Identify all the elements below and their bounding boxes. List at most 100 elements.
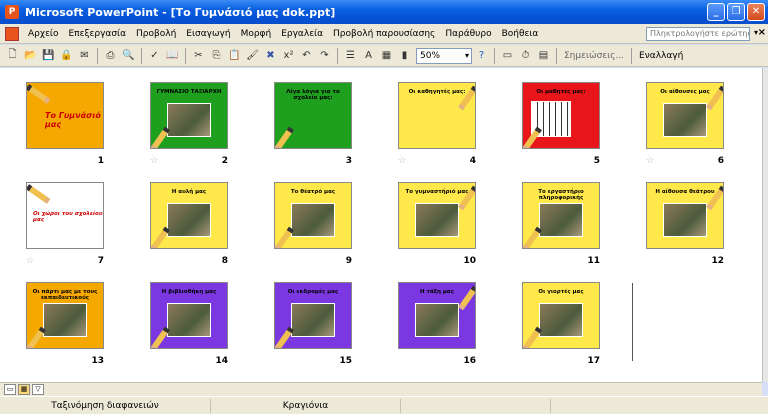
animation-star-icon[interactable]: ☆	[646, 156, 654, 166]
help-search-input[interactable]: Πληκτρολογήστε ερώτηση	[646, 27, 750, 41]
normal-view-icon[interactable]: ▭	[4, 384, 16, 395]
open-icon[interactable]: 📂	[22, 47, 39, 64]
slide-number: 14	[215, 356, 228, 366]
slide-title: Η τάξη μας	[420, 289, 454, 295]
pencil-icon	[151, 326, 170, 348]
status-bar: Ταξινόμηση διαφανειών Κραγιόνια	[0, 396, 768, 414]
document-icon[interactable]	[5, 26, 19, 41]
save-icon[interactable]: 💾	[40, 47, 57, 64]
slide-number: 1	[97, 156, 104, 166]
slide-thumbnail[interactable]: ΓΥΜΝΑΣΙΟ ΤΑΞΙΑΡΧΗ	[150, 82, 228, 149]
print-icon[interactable]: ⎙	[102, 47, 119, 64]
slide-thumbnail[interactable]: Οι γιορτές μας	[522, 282, 600, 349]
slide-thumbnail[interactable]: Οι καθηγητές μας:	[398, 82, 476, 149]
new-icon[interactable]: 🗋	[4, 47, 21, 64]
slide-thumbnail[interactable]: Η βιβλιοθήκη μας	[150, 282, 228, 349]
menu-file[interactable]: Αρχείο	[23, 29, 64, 39]
restore-button[interactable]: ❐	[727, 3, 745, 21]
menu-tools[interactable]: Εργαλεία	[276, 29, 328, 39]
slide-number: 3	[345, 156, 352, 166]
slide-photo	[663, 203, 707, 237]
show-formatting-icon[interactable]: A	[360, 47, 377, 64]
email-icon[interactable]: ✉	[76, 47, 93, 64]
slide-thumbnail[interactable]: Οι εκδρομές μας	[274, 282, 352, 349]
powerpoint-icon[interactable]: P	[5, 5, 19, 19]
slide-thumbnail[interactable]: Οι πάρτι μας με τους εκπαιδευτικούς	[26, 282, 104, 349]
vertical-scrollbar[interactable]	[762, 68, 768, 382]
pencil-icon	[275, 126, 294, 148]
color-grayscale-icon[interactable]: ▮	[396, 47, 413, 64]
zoom-value: 50%	[420, 50, 441, 61]
menu-help[interactable]: Βοήθεια	[497, 29, 544, 39]
menu-format[interactable]: Μορφή	[236, 29, 277, 39]
slide-number: 8	[221, 256, 228, 266]
minimize-button[interactable]: _	[707, 3, 725, 21]
menu-insert[interactable]: Εισαγωγή	[181, 29, 235, 39]
slide-thumbnail[interactable]: Η αυλή μας	[150, 182, 228, 249]
close-button[interactable]: ✕	[747, 3, 765, 21]
slide-title: Οι αίθουσες μας	[660, 89, 710, 95]
slide-title: Το εργαστήριο πληροφορικής	[538, 189, 584, 201]
animation-star-icon[interactable]: ☆	[398, 156, 406, 166]
slide-thumbnail[interactable]: Οι μαθητές μας:	[522, 82, 600, 149]
close-document-icon[interactable]: ×	[758, 27, 766, 38]
slide-thumbnail[interactable]: Το Γυμνάσιό μας	[26, 82, 104, 149]
slide-photo	[167, 203, 211, 237]
slide-photo	[291, 203, 335, 237]
menu-slideshow[interactable]: Προβολή παρουσίασης	[328, 29, 440, 39]
animation-star-icon[interactable]: ☆	[150, 156, 158, 166]
menu-view[interactable]: Προβολή	[131, 29, 181, 39]
slide-thumbnail[interactable]: Το γυμναστήριό μας	[398, 182, 476, 249]
slide-photo	[43, 303, 87, 337]
slide-number: 10	[463, 256, 476, 266]
slide-thumbnail[interactable]: Η αίθουσα θεάτρου	[646, 182, 724, 249]
cut-icon[interactable]: ✂	[190, 47, 207, 64]
title-bar: P Microsoft PowerPoint - [Το Γυμνάσιό μα…	[0, 0, 768, 24]
spelling-icon[interactable]: ✓	[146, 47, 163, 64]
print-preview-icon[interactable]: 🔍	[120, 47, 137, 64]
comments-button[interactable]: Σημειώσεις...	[561, 51, 627, 61]
insertion-marker	[632, 283, 633, 361]
pencil-icon	[27, 184, 51, 204]
pencil-icon	[27, 326, 46, 348]
change-button[interactable]: Εναλλαγή	[636, 51, 686, 61]
superscript-icon[interactable]: x²	[280, 47, 297, 64]
slide-sorter-view-icon[interactable]: ▦	[18, 384, 30, 395]
slide-number: 13	[91, 356, 104, 366]
slide-thumbnail[interactable]: Το θέατρό μας	[274, 182, 352, 249]
slide-thumbnail[interactable]: Η τάξη μας	[398, 282, 476, 349]
undo-icon[interactable]: ↶	[298, 47, 315, 64]
format-painter-icon[interactable]: 🖌	[244, 47, 261, 64]
slide-thumbnail[interactable]: Το εργαστήριο πληροφορικής	[522, 182, 600, 249]
pencil-icon	[275, 326, 294, 348]
slide-thumbnail[interactable]: Οι αίθουσες μας	[646, 82, 724, 149]
paste-icon[interactable]: 📋	[226, 47, 243, 64]
slideshow-view-icon[interactable]: ▽	[32, 384, 44, 395]
redo-icon[interactable]: ↷	[316, 47, 333, 64]
slide-photo	[663, 103, 707, 137]
copy-icon[interactable]: ⎘	[208, 47, 225, 64]
grid-icon[interactable]: ▦	[378, 47, 395, 64]
slide-title: Το Γυμνάσιό μας	[45, 111, 101, 129]
zoom-select[interactable]: 50% ▾	[416, 47, 472, 64]
slide-number: 2	[221, 156, 228, 166]
summary-slide-icon[interactable]: ▤	[535, 47, 552, 64]
slide-title: Η αυλή μας	[171, 189, 207, 195]
slide-thumbnail[interactable]: Λίγα λόγια για το σχολείο μας:	[274, 82, 352, 149]
animation-star-icon[interactable]: ☆	[26, 256, 34, 266]
menu-window[interactable]: Παράθυρο	[440, 29, 496, 39]
view-buttons: ▭ ▦ ▽	[0, 382, 762, 396]
delete-icon[interactable]: ✖	[262, 47, 279, 64]
slide-title: Οι γιορτές μας	[538, 289, 584, 295]
research-icon[interactable]: 📖	[164, 47, 181, 64]
expand-all-icon[interactable]: ☰	[342, 47, 359, 64]
rehearse-timings-icon[interactable]: ⏱	[517, 47, 534, 64]
menu-edit[interactable]: Επεξεργασία	[64, 29, 132, 39]
help-icon[interactable]: ?	[473, 47, 490, 64]
slide-photo	[539, 203, 583, 237]
hide-slide-icon[interactable]: ▭	[499, 47, 516, 64]
slide-number: 16	[463, 356, 476, 366]
permission-icon[interactable]: 🔒	[58, 47, 75, 64]
slide-title: Το γυμναστήριό μας	[405, 189, 469, 195]
slide-thumbnail[interactable]: Οι χώροι του σχολείου μας	[26, 182, 104, 249]
